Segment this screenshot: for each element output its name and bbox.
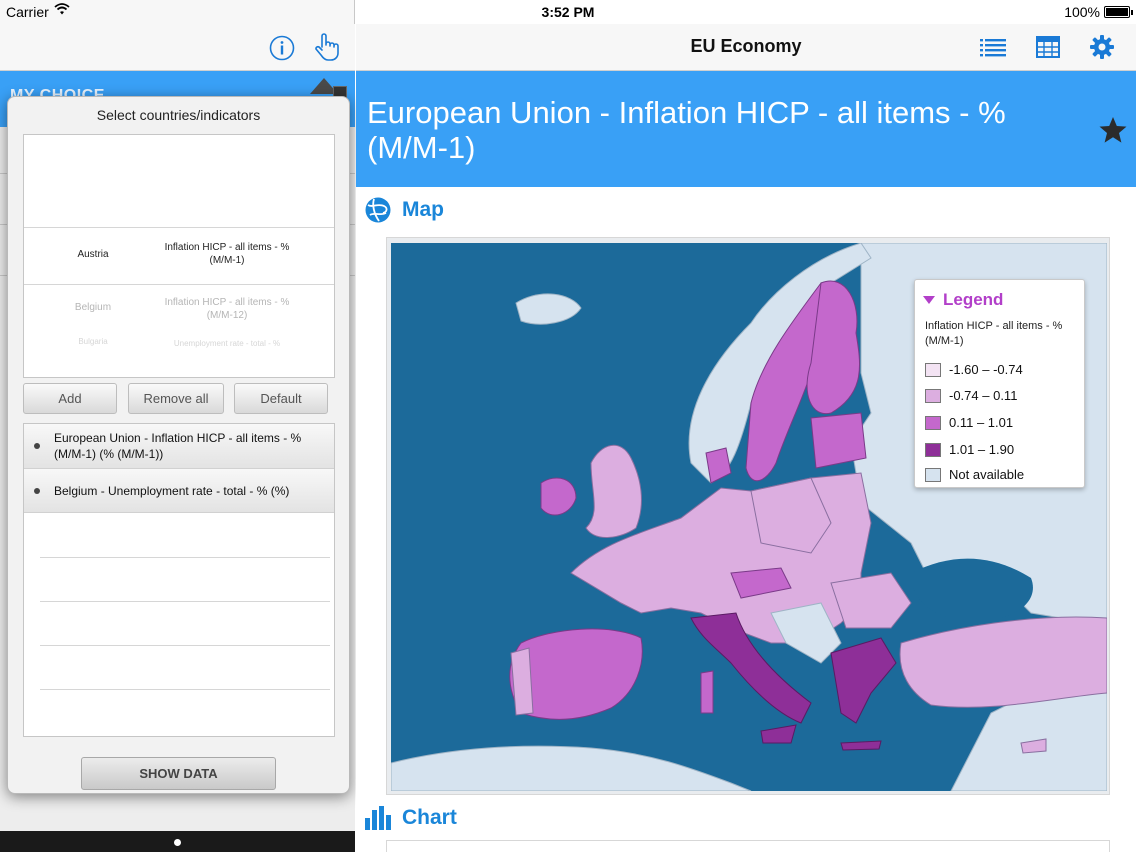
divider xyxy=(40,689,330,690)
picker-country: Austria xyxy=(77,249,109,260)
bar-chart-icon xyxy=(365,806,391,830)
legend-item: -1.60 – -0.74 xyxy=(925,362,1023,377)
legend-item-label: -1.60 – -0.74 xyxy=(949,362,1023,377)
clock: 3:52 PM xyxy=(541,4,595,20)
default-button[interactable]: Default xyxy=(234,383,328,414)
selected-item[interactable]: Belgium - Unemployment rate - total - % … xyxy=(24,469,334,513)
picker-country: Belgium xyxy=(74,302,112,313)
nav-title: EU Economy xyxy=(690,36,802,56)
right-navbar: EU Economy xyxy=(356,24,1136,71)
picker-indicator: Unemployment rate - total - % xyxy=(173,339,281,348)
map-section-header: Map xyxy=(364,196,444,224)
indicator-banner: European Union - Inflation HICP - all it… xyxy=(356,71,1136,187)
picker-indicator: Inflation HICP - all items - % (M/M-12) xyxy=(164,297,290,321)
table-icon[interactable] xyxy=(1034,34,1062,60)
battery-icon xyxy=(1104,6,1133,18)
legend-item-label: Not available xyxy=(949,467,1025,482)
select-popover: Select countries/indicators Austria Infl… xyxy=(7,96,350,794)
divider xyxy=(40,645,330,646)
gear-icon[interactable] xyxy=(1088,33,1116,61)
legend-swatch xyxy=(925,388,941,403)
globe-icon xyxy=(365,197,391,223)
legend-swatch xyxy=(925,415,941,430)
selected-item-label: Belgium - Unemployment rate - total - % … xyxy=(54,484,290,498)
legend-header[interactable]: Legend xyxy=(923,290,1003,310)
legend-item: 0.11 – 1.01 xyxy=(925,415,1013,430)
picker-indicator: Inflation HICP - all items - % (M/M-1) xyxy=(164,242,290,266)
chart-section-header: Chart xyxy=(364,806,457,830)
map-legend[interactable]: Legend Inflation HICP - all items - % (M… xyxy=(914,279,1085,488)
page-indicator-dot[interactable] xyxy=(174,839,181,846)
add-button[interactable]: Add xyxy=(23,383,117,414)
indicator-title: European Union - Inflation HICP - all it… xyxy=(367,95,1006,165)
remove-all-button[interactable]: Remove all xyxy=(128,383,224,414)
legend-item-label: -0.74 – 0.11 xyxy=(949,388,1018,403)
bullet-icon xyxy=(34,488,40,494)
legend-item: -0.74 – 0.11 xyxy=(925,388,1017,403)
left-navbar xyxy=(0,24,355,71)
legend-item-label: 0.11 – 1.01 xyxy=(949,415,1014,430)
page-control-bar xyxy=(0,831,355,852)
legend-swatch xyxy=(925,442,941,457)
chart-frame xyxy=(386,840,1110,852)
legend-title: Legend xyxy=(943,290,1004,309)
divider xyxy=(40,601,330,602)
app-root: MY CHOICE Select countries/indicators Au… xyxy=(0,0,1136,852)
legend-item-label: 1.01 – 1.90 xyxy=(949,442,1015,457)
list-icon[interactable] xyxy=(978,34,1008,60)
divider xyxy=(40,557,330,558)
selected-item[interactable]: European Union - Inflation HICP - all it… xyxy=(24,424,334,469)
popover-title: Select countries/indicators xyxy=(96,107,261,123)
picker-country: Bulgaria xyxy=(78,337,108,346)
map-section-label: Map xyxy=(402,198,444,221)
selected-item-label: European Union - Inflation HICP - all it… xyxy=(54,431,302,461)
status-bar: Carrier 3:52 PM 100% xyxy=(0,0,1136,24)
selected-list: European Union - Inflation HICP - all it… xyxy=(23,423,335,737)
favorite-star-icon[interactable] xyxy=(1098,115,1128,150)
legend-swatch xyxy=(925,362,941,377)
collapse-triangle-icon[interactable] xyxy=(923,296,935,304)
legend-item: 1.01 – 1.90 xyxy=(925,442,1014,457)
legend-swatch xyxy=(925,467,941,482)
legend-item: Not available xyxy=(925,467,1024,482)
battery-percent: 100% xyxy=(1064,4,1100,20)
info-icon[interactable] xyxy=(268,34,296,62)
hand-pointer-icon[interactable] xyxy=(312,32,342,62)
bullet-icon xyxy=(34,443,40,449)
show-data-button[interactable]: SHOW DATA xyxy=(81,757,276,790)
chart-section-label: Chart xyxy=(402,806,457,829)
country-indicator-picker[interactable]: Austria Inflation HICP - all items - % (… xyxy=(23,134,335,378)
right-pane: EU Economy European Union - Inflation HI… xyxy=(356,0,1136,852)
legend-subtitle: Inflation HICP - all items - % (M/M-1) xyxy=(925,320,1063,347)
